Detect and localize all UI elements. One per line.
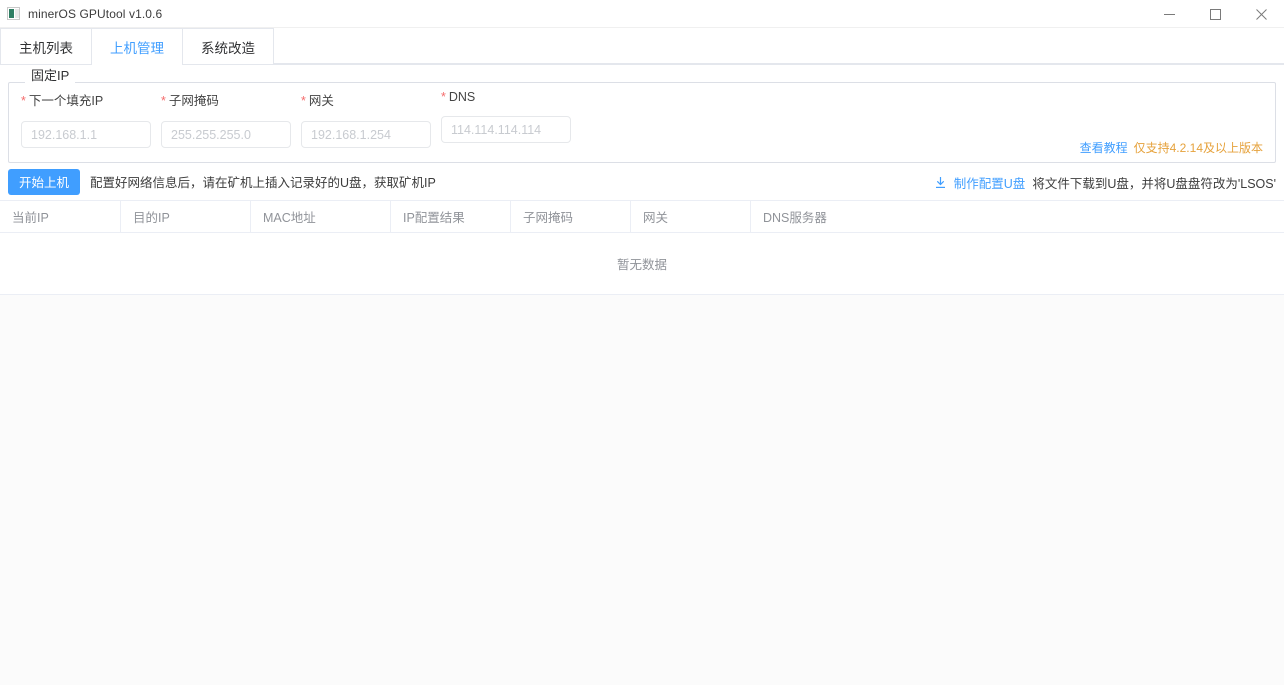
column-header-subnet-mask: 子网掩码: [510, 200, 630, 233]
table-empty-state: 暂无数据: [0, 233, 1284, 295]
app-root: minerOS GPUtool v1.0.6 主机列表 上机管理 系统改造 固定…: [0, 0, 1284, 685]
field-subnet-mask: * 子网掩码: [161, 90, 301, 148]
download-icon: [934, 176, 947, 189]
fixed-ip-fieldset: 固定IP *下一个填充IP *子网掩码 *网关: [8, 65, 1276, 163]
field-gateway-label: * 网关: [301, 94, 334, 108]
dns-input[interactable]: [441, 116, 571, 143]
action-bar: 开始上机 配置好网络信息后，请在矿机上插入记录好的U盘，获取矿机IP 制作配置U…: [0, 163, 1284, 201]
window-controls: [1146, 0, 1284, 28]
close-icon[interactable]: [1238, 0, 1284, 28]
column-header-target-ip: 目的IP: [120, 200, 250, 233]
minimize-icon[interactable]: [1146, 0, 1192, 28]
action-hint-text: 配置好网络信息后，请在矿机上插入记录好的U盘，获取矿机IP: [90, 176, 436, 190]
start-machine-button[interactable]: 开始上机: [8, 168, 81, 195]
tab-bar: 主机列表 上机管理 系统改造: [0, 28, 1284, 65]
column-header-mac-address: MAC地址: [250, 200, 390, 233]
tab-machine-management[interactable]: 上机管理: [92, 28, 183, 65]
usb-hint-text: 将文件下载到U盘，并将U盘盘符改为'LSOS': [1032, 176, 1276, 191]
tab-bar-filler: [274, 28, 1284, 64]
title-bar: minerOS GPUtool v1.0.6: [0, 0, 1284, 28]
subnet-mask-input[interactable]: [161, 121, 291, 148]
field-next-ip: * 下一个填充IP: [21, 90, 161, 148]
field-subnet-mask-label: * 子网掩码: [161, 94, 219, 108]
page-background: [0, 295, 1284, 685]
fixed-ip-panel: 固定IP *下一个填充IP *子网掩码 *网关: [0, 65, 1284, 163]
column-header-current-ip: 当前IP: [12, 211, 49, 225]
column-header-ip-config-result: IP配置结果: [390, 200, 510, 233]
required-asterisk: *: [161, 94, 166, 108]
view-tutorial-link[interactable]: 查看教程: [1080, 139, 1128, 156]
table-header-row: 当前IP 目的IP MAC地址 IP配置结果 子网掩码 网关 DNS服务器: [0, 200, 1284, 233]
tab-host-list[interactable]: 主机列表: [0, 28, 92, 64]
window-title: minerOS GPUtool v1.0.6: [28, 6, 163, 21]
fieldset-links: 查看教程 仅支持4.2.14及以上版本: [1080, 139, 1263, 156]
column-header-dns-server: DNS服务器: [750, 200, 1284, 233]
version-warning-text: 仅支持4.2.14及以上版本: [1133, 141, 1263, 155]
machines-table: 当前IP 目的IP MAC地址 IP配置结果 子网掩码 网关 DNS服务器 暂无…: [0, 200, 1284, 295]
maximize-icon[interactable]: [1192, 0, 1238, 28]
ip-fields-row: *下一个填充IP *子网掩码 *网关: [21, 90, 1263, 148]
field-dns: * DNS: [441, 90, 581, 143]
required-asterisk: *: [441, 90, 446, 104]
fixed-ip-legend: 固定IP: [25, 65, 76, 84]
required-asterisk: *: [301, 94, 306, 108]
column-header-gateway: 网关: [630, 200, 750, 233]
tab-system-modification[interactable]: 系统改造: [183, 28, 274, 64]
next-ip-input[interactable]: [21, 121, 151, 148]
app-icon: [7, 7, 20, 20]
field-gateway: * 网关: [301, 90, 441, 148]
gateway-input[interactable]: [301, 121, 431, 148]
make-config-usb-link[interactable]: 制作配置U盘: [954, 173, 1026, 192]
required-asterisk: *: [21, 94, 26, 108]
field-dns-label: * DNS: [441, 90, 476, 104]
action-bar-right: 制作配置U盘 将文件下载到U盘，并将U盘盘符改为'LSOS': [934, 163, 1276, 201]
field-next-ip-label: * 下一个填充IP: [21, 94, 104, 108]
